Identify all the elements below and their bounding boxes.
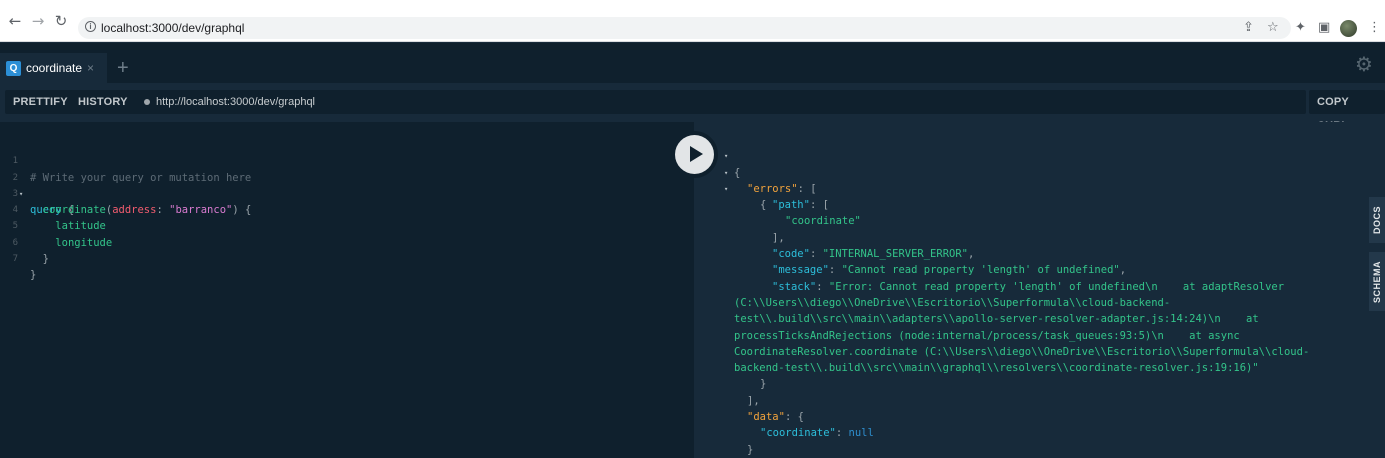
docs-tab[interactable]: DOCS xyxy=(1369,197,1385,243)
extensions-icon[interactable]: ✦ xyxy=(1295,20,1306,36)
endpoint-bar xyxy=(134,90,1306,114)
result-line: "code": "INTERNAL_SERVER_ERROR", xyxy=(772,248,975,261)
forward-icon[interactable]: → xyxy=(30,13,46,29)
result-viewer: ▾ { ▾ "errors": [ ▾ { "path": [ "coordin… xyxy=(694,122,1369,458)
settings-gear-icon[interactable]: ⚙ xyxy=(1355,53,1373,75)
result-line: } xyxy=(760,378,767,391)
query-line: 2 ▾ query { xyxy=(0,153,690,217)
prettify-button[interactable]: PRETTIFY xyxy=(5,90,76,114)
profile-avatar[interactable] xyxy=(1340,20,1357,37)
more-icon[interactable]: ⋮ xyxy=(1368,20,1381,36)
result-line: test\\.build\\src\\main\\adapters\\apoll… xyxy=(694,295,1334,325)
star-icon[interactable]: ☆ xyxy=(1267,20,1279,36)
query-editor[interactable]: 1 # Write your query or mutation here 2 … xyxy=(0,122,694,458)
result-line: } xyxy=(694,442,1334,458)
schema-tab[interactable]: SCHEMA xyxy=(1369,252,1385,311)
query-line: 5 longitude xyxy=(0,202,690,248)
play-icon[interactable] xyxy=(675,135,714,174)
history-button[interactable]: HISTORY xyxy=(70,90,136,114)
result-line: "data": { xyxy=(747,411,804,424)
copy-curl-button[interactable]: COPY CURL xyxy=(1309,90,1385,132)
back-icon[interactable]: ← xyxy=(7,13,23,29)
tab-bar: Q coordinate × + ⚙ xyxy=(0,43,1385,83)
endpoint-input[interactable] xyxy=(156,90,1296,114)
tab-coordinate[interactable]: Q coordinate × xyxy=(0,53,107,83)
schema-tab-label: SCHEMA xyxy=(1372,260,1382,303)
result-line: "coordinate": null xyxy=(760,427,874,440)
query-line: 1 # Write your query or mutation here xyxy=(0,137,690,183)
result-line: "message": "Cannot read property 'length… xyxy=(772,264,1127,277)
reload-icon[interactable]: ↻ xyxy=(53,13,69,29)
sidepanel-icon[interactable]: ▣ xyxy=(1318,20,1330,36)
execute-query-button[interactable] xyxy=(671,131,718,178)
query-line: 4 latitude xyxy=(0,186,690,232)
tab-title: coordinate xyxy=(26,61,83,75)
result-line: ▾ { xyxy=(694,165,1334,211)
address-bar[interactable]: i localhost:3000/dev/graphql ⇪ ☆ xyxy=(78,17,1291,39)
line-number: 7 xyxy=(12,254,18,265)
result-line: "path": [ xyxy=(772,199,829,212)
query-badge: Q xyxy=(6,61,21,76)
result-line: backend-test\\.build\\src\\main\\graphql… xyxy=(694,344,1334,374)
result-line: ▾ "errors": [ xyxy=(694,148,1334,195)
result-line: ▾ { xyxy=(694,132,1334,178)
add-tab-button[interactable]: + xyxy=(117,57,129,79)
site-info-icon[interactable]: i xyxy=(85,21,96,32)
result-line: } xyxy=(747,443,754,456)
result-line: (C:\\Users\\diego\\OneDrive\\Escritorio\… xyxy=(694,279,1334,309)
result-line: processTicksAndRejections (node:internal… xyxy=(694,311,1334,342)
result-line: "coordinate" xyxy=(694,197,1334,227)
result-line: CoordinateResolver.coordinate (C:\\Users… xyxy=(694,328,1334,358)
share-icon[interactable]: ⇪ xyxy=(1243,20,1254,36)
query-line: 6 } xyxy=(0,219,690,265)
address-url: localhost:3000/dev/graphql xyxy=(101,21,245,35)
result-line: ], xyxy=(747,394,760,407)
query-line: 3 coordinate(address: "barranco") { xyxy=(0,170,690,216)
browser-toolbar: ← → ↻ i localhost:3000/dev/graphql ⇪ ☆ ✦… xyxy=(0,0,1385,42)
editor-toolbar: PRETTIFY HISTORY COPY CURL xyxy=(0,83,1385,132)
connection-status-dot xyxy=(144,99,150,105)
result-line: "stack": "Error: Cannot read property 'l… xyxy=(772,280,1285,293)
query-line: 7 } xyxy=(0,235,690,281)
docs-tab-label: DOCS xyxy=(1372,205,1382,235)
close-icon[interactable]: × xyxy=(87,60,94,76)
result-line: ], xyxy=(772,231,785,244)
